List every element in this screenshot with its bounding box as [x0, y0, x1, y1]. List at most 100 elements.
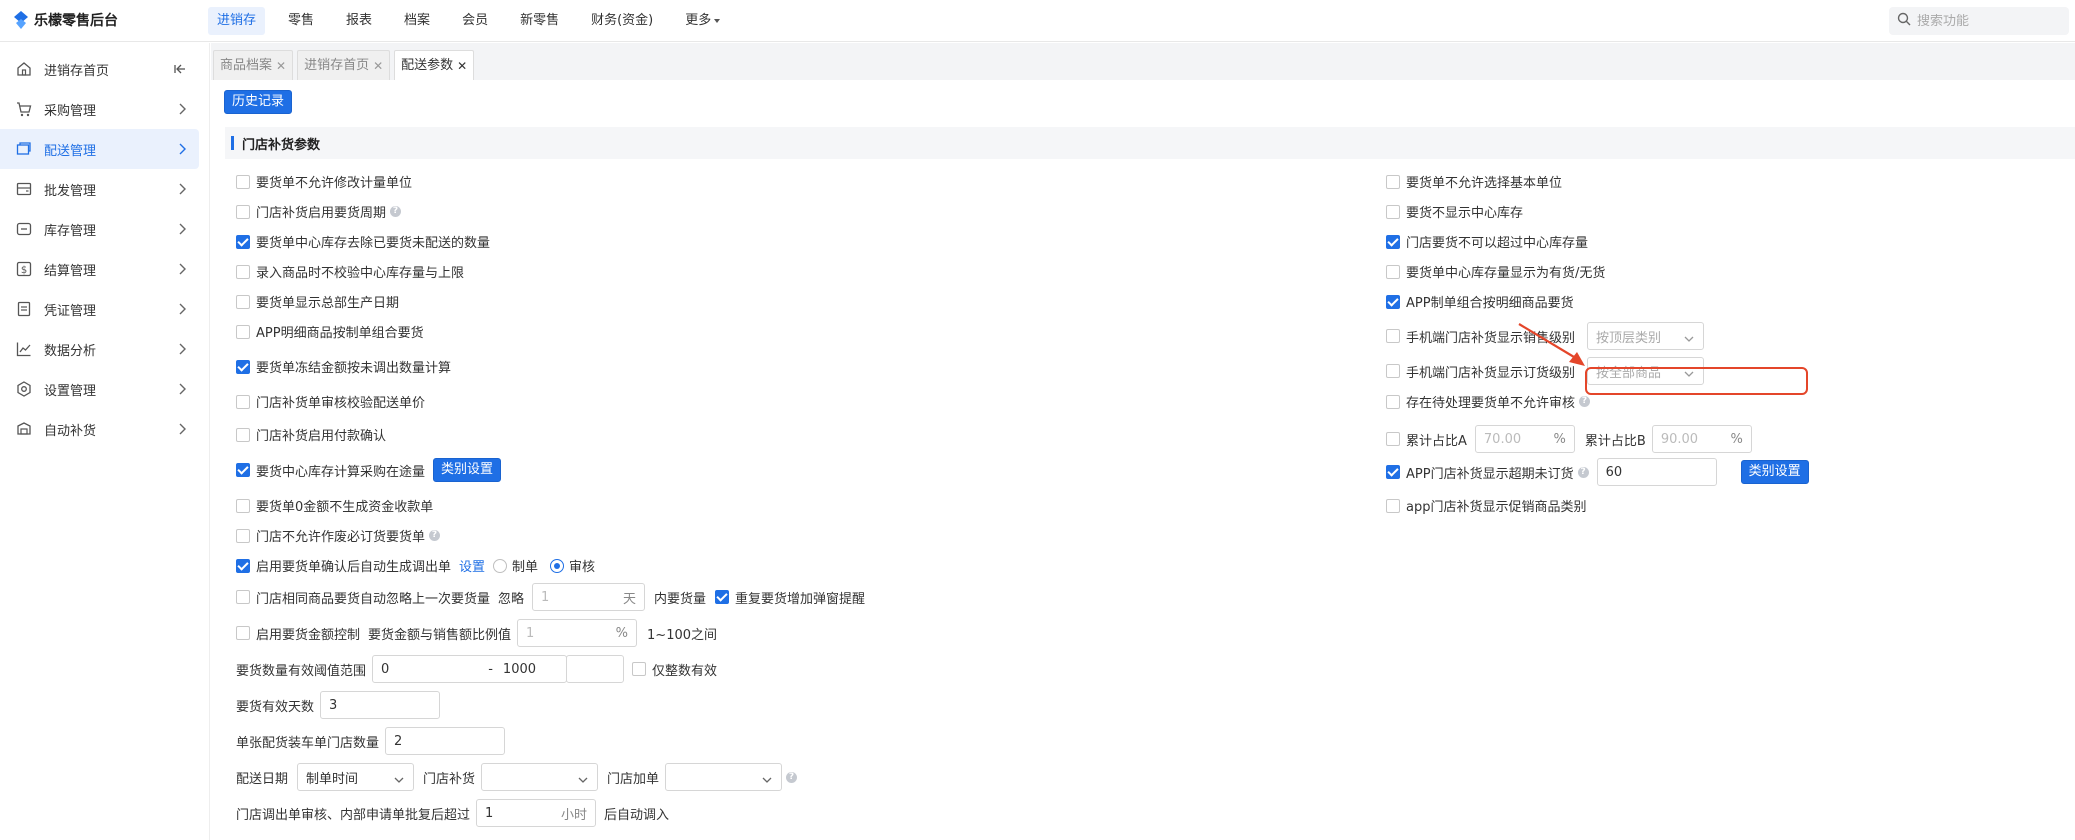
topnav-archive[interactable]: 档案	[395, 7, 439, 35]
store-replenish-select[interactable]	[481, 763, 599, 791]
cumulative-b-input[interactable]: 90.00%	[1651, 425, 1752, 453]
sidebar-item-analytics[interactable]: 数据分析	[0, 329, 199, 369]
option-row[interactable]: 要货单0金额不生成资金收款单	[236, 496, 433, 515]
auto-transfer-hours-input[interactable]: 1 小时	[476, 799, 597, 827]
close-icon[interactable]: ✕	[457, 52, 467, 80]
sidebar-item-wholesale[interactable]: 批发管理	[0, 169, 199, 209]
topnav-retail[interactable]: 零售	[279, 7, 323, 35]
sidebar-item-delivery[interactable]: 配送管理	[0, 129, 199, 169]
checkbox-checked[interactable]	[715, 590, 730, 604]
ignore-days-input[interactable]: 1天	[532, 583, 646, 611]
checkbox[interactable]	[1386, 204, 1400, 219]
ratio-input[interactable]: 1%	[517, 619, 638, 647]
help-icon[interactable]: ?	[1577, 466, 1589, 478]
topnav-finance[interactable]: 财务(资金)	[582, 7, 662, 35]
option-row[interactable]: APP明细商品按制单组合要货	[236, 322, 424, 341]
option-row[interactable]: 启用要货单确认后自动生成调出单 设置 制单 审核	[236, 556, 595, 575]
overdue-days-input[interactable]: 60	[1596, 458, 1717, 486]
checkbox[interactable]	[1386, 364, 1400, 378]
app-logo[interactable]: 乐檬零售后台	[14, 10, 118, 30]
checkbox[interactable]	[236, 294, 250, 309]
checkbox[interactable]	[236, 498, 250, 513]
checkbox[interactable]	[1386, 329, 1400, 343]
checkbox-checked[interactable]	[1386, 294, 1400, 309]
help-icon[interactable]: ?	[1579, 396, 1591, 407]
history-button[interactable]: 历史记录	[224, 90, 293, 114]
option-row[interactable]: 门店补货启用付款确认	[236, 425, 386, 444]
store-count-input[interactable]: 2	[385, 727, 506, 755]
search-input[interactable]	[1917, 13, 2057, 29]
settings-link[interactable]: 设置	[459, 556, 485, 575]
category-settings-button[interactable]: 类别设置	[433, 458, 502, 482]
tab-product-archive[interactable]: 商品档案 ✕	[213, 50, 294, 80]
close-icon[interactable]: ✕	[276, 52, 286, 80]
collapse-sidebar-icon[interactable]	[173, 62, 187, 80]
checkbox-checked[interactable]	[236, 463, 250, 477]
sidebar-item-stock[interactable]: 库存管理	[0, 209, 199, 249]
checkbox[interactable]	[236, 174, 250, 189]
sidebar-item-purchase[interactable]: 采购管理	[0, 89, 199, 129]
threshold-range-input[interactable]: 0 -1000	[372, 655, 568, 683]
cumulative-a-input[interactable]: 70.00%	[1474, 425, 1575, 453]
checkbox-checked[interactable]	[1386, 465, 1400, 479]
tab-inventory-home[interactable]: 进销存首页 ✕	[297, 50, 391, 80]
close-icon[interactable]: ✕	[373, 52, 383, 80]
valid-days-input[interactable]: 3	[320, 691, 441, 719]
checkbox-checked[interactable]	[236, 234, 250, 249]
checkbox[interactable]	[236, 626, 250, 640]
sidebar-item-settlement[interactable]: $ 结算管理	[0, 249, 199, 289]
option-row[interactable]: 要货不显示中心库存	[1386, 202, 1523, 221]
delivery-date-select[interactable]: 制单时间	[297, 763, 415, 791]
checkbox[interactable]	[1386, 498, 1400, 513]
tab-delivery-params[interactable]: 配送参数 ✕	[394, 50, 475, 80]
sidebar-item-inventory-home[interactable]: 进销存首页	[0, 49, 199, 89]
search-box[interactable]	[1889, 7, 2069, 35]
checkbox[interactable]	[236, 590, 250, 604]
sales-level-select[interactable]: 按顶层类别	[1587, 322, 1705, 350]
checkbox[interactable]	[236, 394, 250, 409]
checkbox[interactable]	[1386, 394, 1400, 409]
option-row[interactable]: 要货单冻结金额按未调出数量计算	[236, 357, 451, 376]
checkbox[interactable]	[1386, 264, 1400, 279]
option-row[interactable]: 门店补货启用要货周期?	[236, 202, 402, 221]
radio-audit-selected[interactable]	[550, 558, 565, 573]
topnav-inventory[interactable]: 进销存	[208, 7, 266, 35]
sidebar-item-settings[interactable]: 设置管理	[0, 369, 199, 409]
topnav-report[interactable]: 报表	[337, 7, 381, 35]
option-row[interactable]: app门店补货显示促销商品类别	[1386, 496, 1586, 515]
topnav-new-retail[interactable]: 新零售	[511, 7, 568, 35]
option-row[interactable]: 要货单中心库存量显示为有货/无货	[1386, 262, 1605, 281]
topnav-member[interactable]: 会员	[453, 7, 497, 35]
option-row[interactable]: 门店不允许作废必订货要货单?	[236, 526, 441, 545]
help-icon[interactable]: ?	[390, 206, 402, 217]
option-row[interactable]: 要货单显示总部生产日期	[236, 292, 399, 311]
category-settings-button[interactable]: 类别设置	[1740, 460, 1809, 484]
radio-create[interactable]	[493, 558, 508, 573]
store-add-order-select[interactable]	[665, 763, 783, 791]
checkbox[interactable]	[1386, 174, 1400, 189]
option-row[interactable]: APP制单组合按明细商品要货	[1386, 292, 1574, 311]
option-row[interactable]: 要货单不允许选择基本单位	[1386, 172, 1562, 191]
checkbox[interactable]	[236, 264, 250, 279]
help-icon[interactable]: ?	[429, 530, 441, 541]
option-row[interactable]: 要货单中心库存去除已要货未配送的数量	[236, 232, 490, 251]
option-row[interactable]: 门店补货单审核校验配送单价	[236, 392, 425, 411]
checkbox[interactable]	[236, 324, 250, 339]
option-row[interactable]: 门店要货不可以超过中心库存量	[1386, 232, 1588, 251]
checkbox[interactable]	[632, 662, 647, 676]
option-row[interactable]: 累计占比A 70.00% 累计占比B 90.00%	[1386, 425, 1752, 453]
checkbox[interactable]	[236, 528, 250, 543]
help-icon[interactable]: ?	[786, 771, 798, 783]
threshold-max-input[interactable]	[566, 655, 625, 683]
checkbox-checked[interactable]	[236, 359, 250, 374]
sidebar-item-voucher[interactable]: 凭证管理	[0, 289, 199, 329]
sidebar-item-auto-replenish[interactable]: 自动补货	[0, 409, 199, 449]
topnav-more[interactable]: 更多	[676, 7, 729, 35]
checkbox[interactable]	[1386, 432, 1400, 446]
option-row[interactable]: 门店相同商品要货自动忽略上一次要货量 忽略 1天 内要货量 重复要货增加弹窗提醒	[236, 583, 865, 611]
option-row[interactable]: 要货中心库存计算采购在途量 类别设置	[236, 458, 502, 482]
option-row[interactable]: 要货单不允许修改计量单位	[236, 172, 412, 191]
option-row[interactable]: 录入商品时不校验中心库存量与上限	[236, 262, 464, 281]
checkbox-checked[interactable]	[1386, 234, 1400, 249]
checkbox[interactable]	[236, 427, 250, 442]
